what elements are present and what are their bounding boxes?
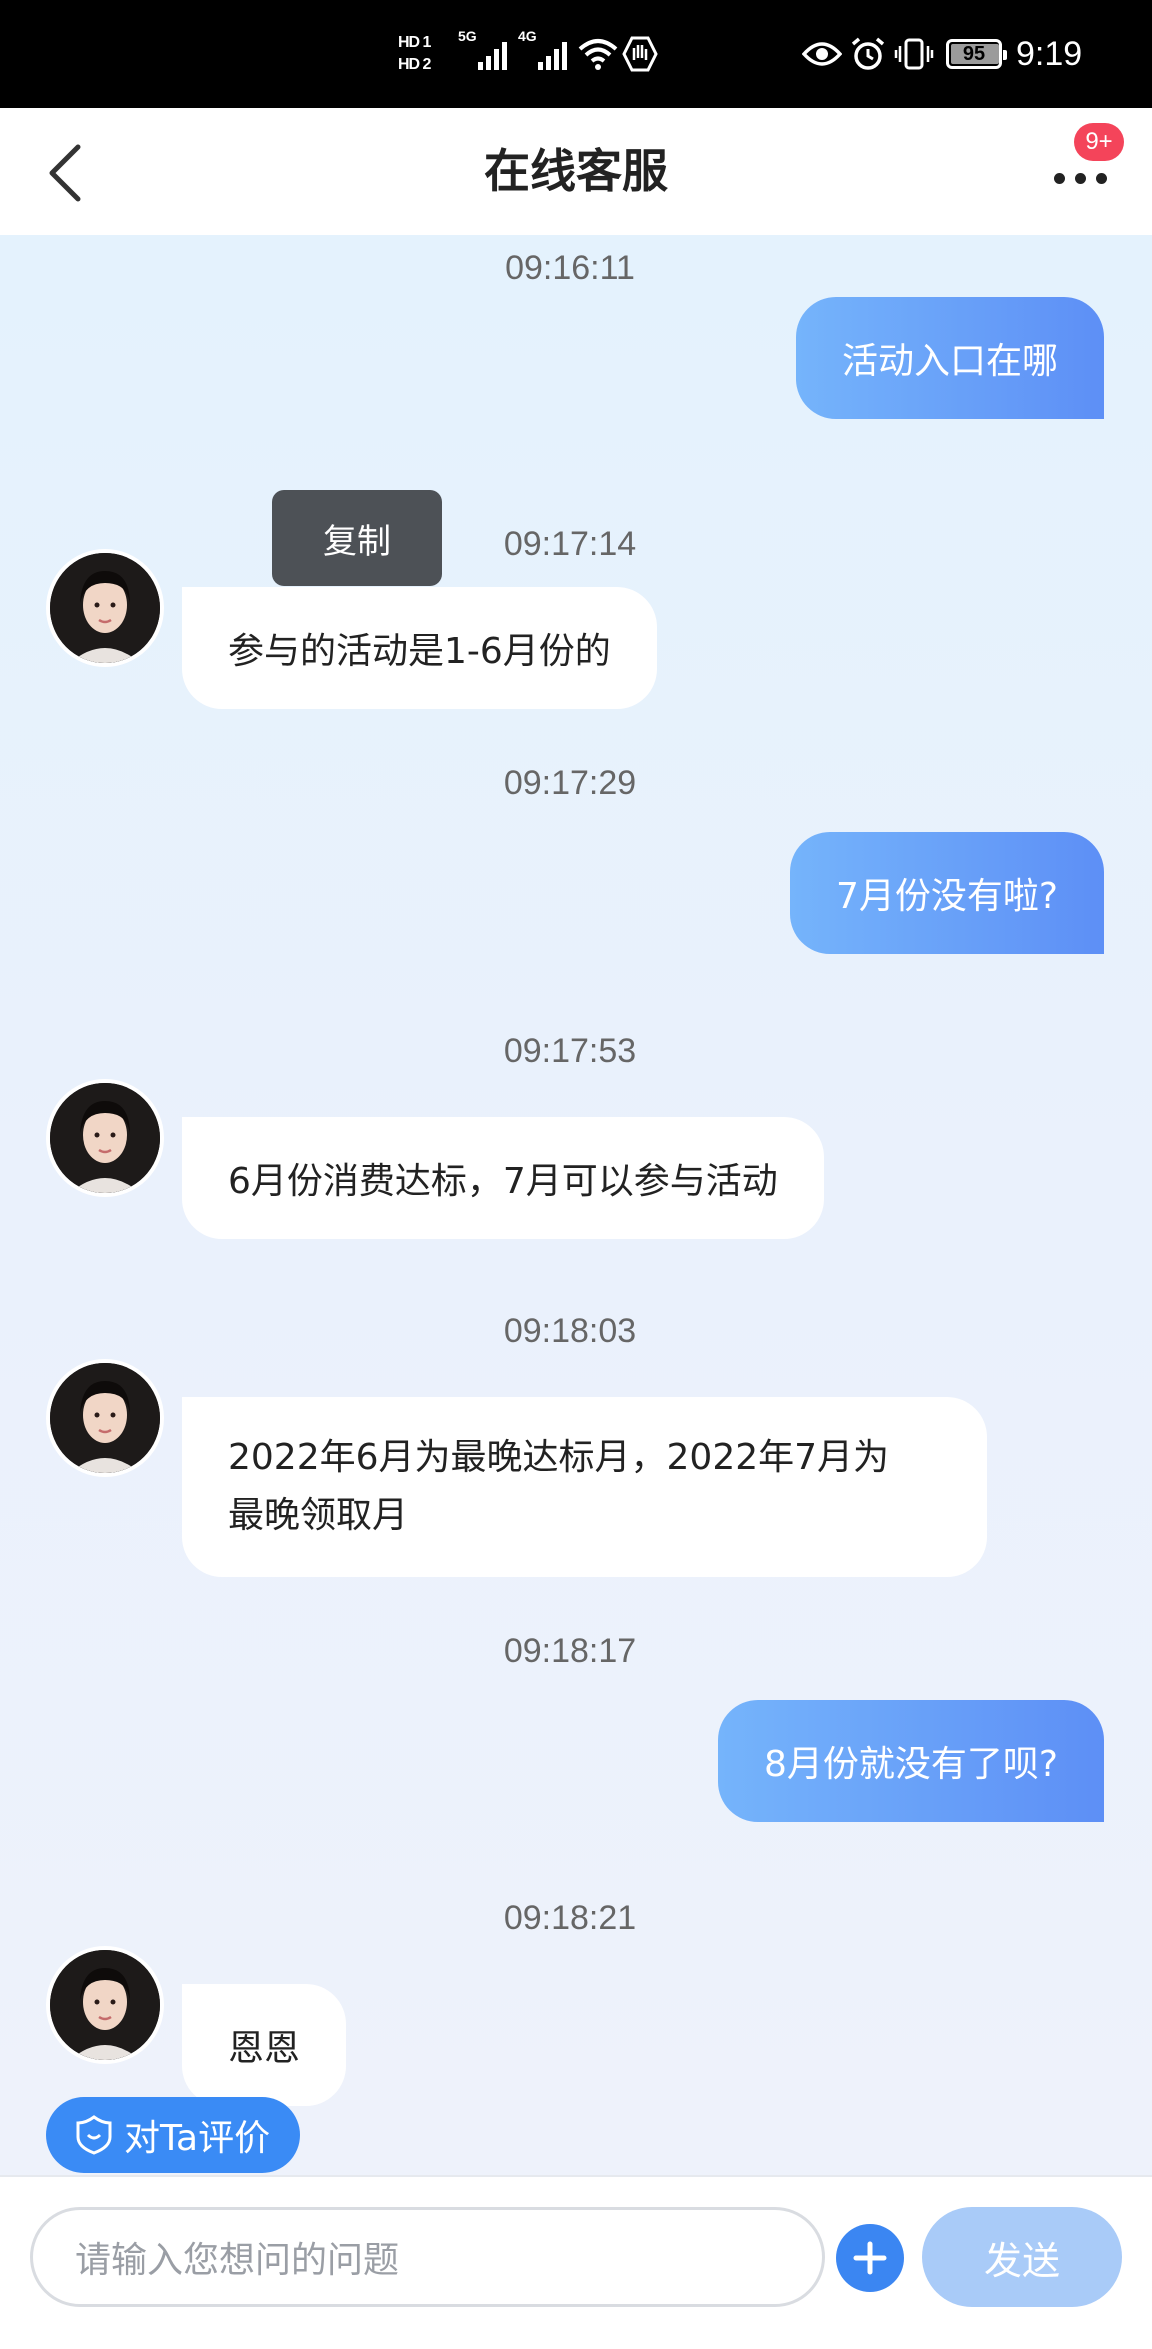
chevron-left-icon xyxy=(49,144,81,202)
hd2-label: HD 2 xyxy=(398,56,431,73)
chat-area[interactable]: 09:16:11 活动入口在哪 09:17:14 参与的活动是1-6月份的 复制… xyxy=(0,235,1152,2175)
hd-indicator: HD 1 HD 2 xyxy=(398,0,431,108)
message-timestamp: 09:16:11 xyxy=(505,249,635,287)
agent-avatar[interactable] xyxy=(46,1359,164,1477)
wifi-icon xyxy=(578,0,618,108)
message-timestamp: 09:17:53 xyxy=(503,1032,637,1070)
agent-message-bubble[interactable]: 参与的活动是1-6月份的 xyxy=(182,587,657,709)
hd1-label: HD 1 xyxy=(398,34,431,51)
net2-label: 4G xyxy=(518,28,537,44)
rate-shield-icon xyxy=(76,2115,112,2155)
user-message-bubble[interactable]: 活动入口在哪 xyxy=(795,297,1104,419)
alarm-icon xyxy=(850,0,886,108)
message-line: 最晚领取月 xyxy=(228,1495,409,1536)
copy-button[interactable]: 复制 xyxy=(272,490,442,586)
user-message-bubble[interactable]: 8月份就没有了呗? xyxy=(717,1700,1104,1822)
battery-indicator: 95 xyxy=(946,0,1007,108)
agent-message-bubble[interactable]: 6月份消费达标，7月可以参与活动 xyxy=(182,1117,824,1239)
agent-message-bubble[interactable]: 2022年6月为最晚达标月，2022年7月为 最晚领取月 xyxy=(182,1397,987,1577)
signal-4g-icon: 4G xyxy=(518,0,570,108)
agent-avatar[interactable] xyxy=(46,549,164,667)
nav-header: 在线客服 xyxy=(0,108,1152,235)
message-timestamp: 09:17:14 xyxy=(503,525,637,563)
eye-icon xyxy=(802,0,842,108)
message-input[interactable]: 请输入您想问的问题 xyxy=(30,2207,825,2307)
battery-icon: 95 xyxy=(946,39,1007,69)
input-bar: 请输入您想问的问题 发送 xyxy=(0,2175,1152,2349)
message-timestamp: 09:18:03 xyxy=(503,1312,637,1350)
vibrate-icon xyxy=(894,0,934,108)
message-line: 2022年6月为最晚达标月，2022年7月为 xyxy=(228,1437,890,1478)
agent-message-bubble[interactable]: 恩恩 xyxy=(182,1984,347,2106)
notification-badge: 9+ xyxy=(1074,123,1124,161)
page-title: 在线客服 xyxy=(484,144,668,198)
hand-icon xyxy=(622,0,658,108)
battery-level: 95 xyxy=(962,42,986,65)
rate-agent-button[interactable]: 对Ta评价 xyxy=(46,2097,300,2173)
plus-icon xyxy=(853,2241,887,2275)
agent-avatar[interactable] xyxy=(46,1079,164,1197)
signal-5g-icon: 5G xyxy=(458,0,510,108)
user-message-bubble[interactable]: 7月份没有啦? xyxy=(789,832,1104,954)
status-bar: HD 1 HD 2 5G 4G 95 9:19 xyxy=(0,0,1152,108)
message-timestamp: 09:18:17 xyxy=(503,1632,637,1670)
back-button[interactable] xyxy=(34,138,94,208)
status-time: 9:19 xyxy=(1016,34,1083,73)
add-attachment-button[interactable] xyxy=(836,2224,904,2292)
message-timestamp: 09:17:29 xyxy=(503,764,637,802)
net1-label: 5G xyxy=(458,28,477,44)
more-dots-icon xyxy=(1053,172,1065,184)
message-timestamp: 09:18:21 xyxy=(503,1899,637,1937)
rate-button-label: 对Ta评价 xyxy=(124,2118,271,2159)
send-button[interactable]: 发送 xyxy=(922,2207,1122,2307)
agent-avatar[interactable] xyxy=(46,1946,164,2064)
